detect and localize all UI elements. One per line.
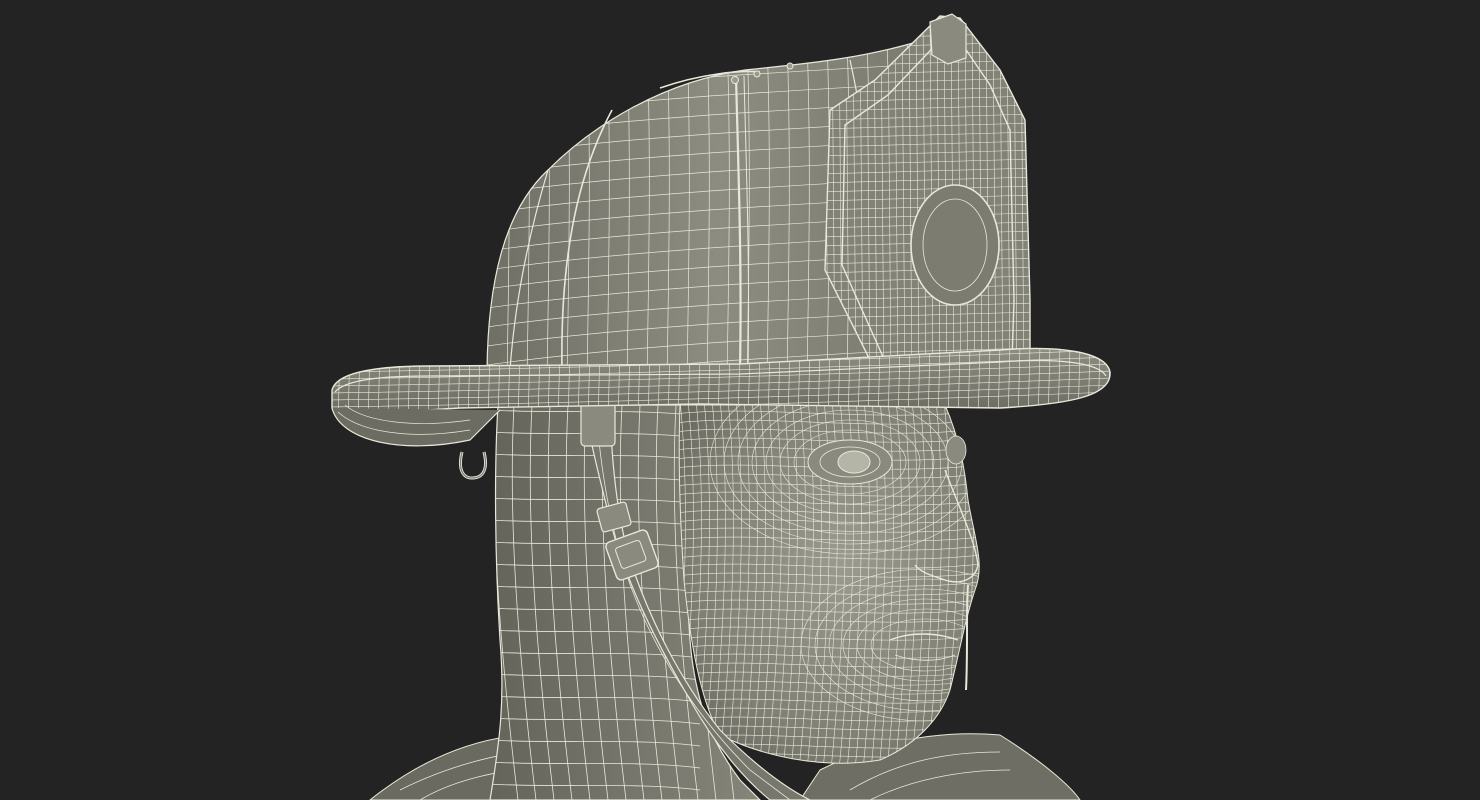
far-eye (945, 435, 967, 465)
eye (807, 439, 893, 485)
strap-clip (580, 401, 616, 447)
shield-medallion (910, 184, 1000, 306)
render-viewport (0, 0, 1480, 800)
wireframe-render (0, 0, 1480, 800)
